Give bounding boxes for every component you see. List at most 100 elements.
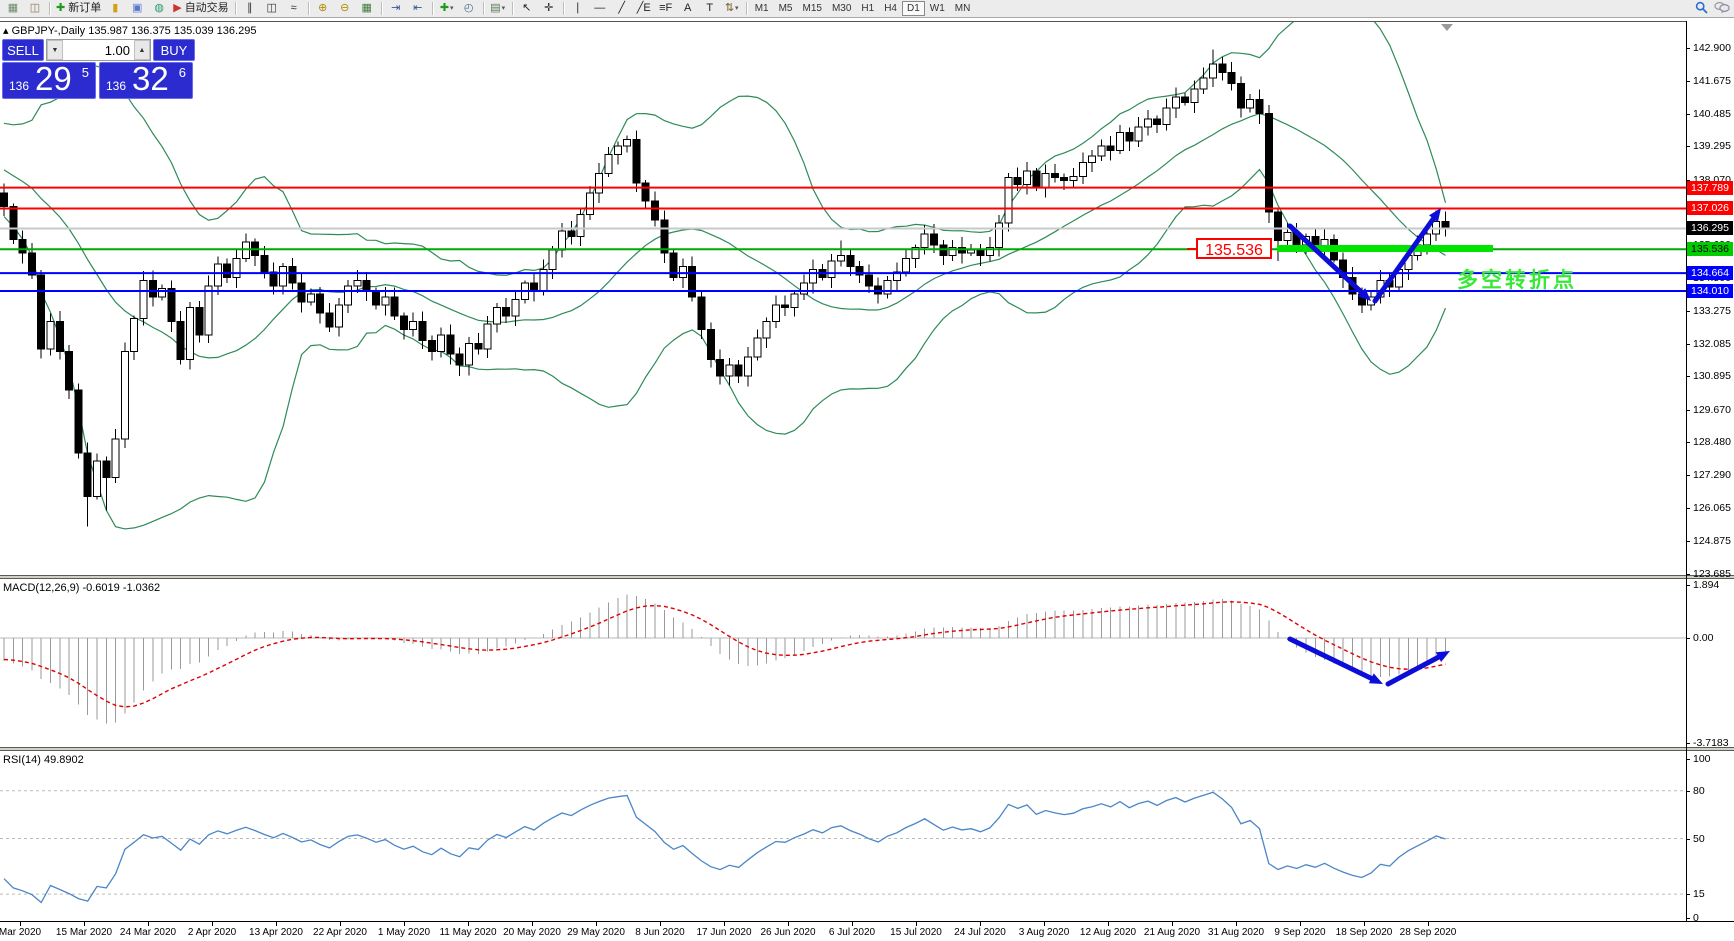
arrows-icon[interactable]: ⇅▾ [721, 0, 743, 17]
rsi-axis-label: 50 [1693, 833, 1705, 845]
chart-template-icon[interactable]: ▤▾ [487, 0, 509, 17]
expert-advisors-icon[interactable]: ▣ [126, 0, 148, 17]
timeframe-mn[interactable]: MN [950, 1, 976, 16]
line-chart-icon[interactable]: ≈ [283, 0, 305, 17]
tile-windows-icon[interactable]: ▦ [356, 0, 378, 17]
vertical-line-icon[interactable]: ∣ [567, 0, 589, 17]
volume-input[interactable] [63, 40, 134, 60]
clock-icon[interactable]: ◴ [458, 0, 480, 17]
candle [187, 308, 194, 360]
candle [335, 305, 342, 327]
sell-button[interactable]: SELL [2, 39, 44, 61]
auto-scroll-icon: ⇥ [391, 1, 400, 16]
price-axis-label: 132.085 [1693, 338, 1731, 350]
chart-shift-icon[interactable]: ⇤ [407, 0, 429, 17]
date-axis-tick [852, 922, 853, 926]
date-axis-label: 22 Apr 2020 [313, 927, 367, 938]
candle [503, 308, 510, 316]
candle [484, 324, 491, 349]
chart-window-icon[interactable]: ▦ [2, 0, 24, 17]
toolbar-separator [563, 2, 564, 15]
autotrading-button: ▶ [173, 1, 181, 16]
dropdown-caret-icon[interactable]: ▾ [450, 1, 454, 16]
candle [19, 239, 26, 253]
price-axis-label: 130.895 [1693, 370, 1731, 382]
toolbar-separator [512, 2, 513, 15]
profiles-icon[interactable]: ◫ [24, 0, 46, 17]
equidistant-channel-icon[interactable]: ╱E [633, 0, 655, 17]
date-axis-tick [1108, 922, 1109, 926]
market-icon[interactable]: ▮ [104, 0, 126, 17]
date-axis-tick [596, 922, 597, 926]
auto-scroll-icon[interactable]: ⇥ [385, 0, 407, 17]
price-axis-tick [1686, 508, 1690, 509]
price-axis-label: 124.875 [1693, 535, 1731, 547]
toolbar-separator [381, 2, 382, 15]
community-chat-icon[interactable] [1714, 1, 1730, 14]
candle [354, 280, 361, 285]
price-level-box: 137.789 [1687, 181, 1733, 195]
macd-axis-label: 0.00 [1693, 632, 1713, 644]
volume-down-button[interactable]: ▼ [47, 40, 63, 60]
bid-price-box[interactable]: 136 29 5 [2, 62, 96, 99]
price-axis-label: 126.065 [1693, 502, 1731, 514]
timeframe-h1[interactable]: H1 [856, 1, 879, 16]
new-chart-icon[interactable]: ✚▾ [436, 0, 458, 17]
support-price-label[interactable]: 135.536 [1196, 238, 1272, 259]
timeframe-m30[interactable]: M30 [827, 1, 856, 16]
signals-icon[interactable]: ◍ [148, 0, 170, 17]
timeframe-w1[interactable]: W1 [925, 1, 950, 16]
date-axis-tick [1236, 922, 1237, 926]
candlestick-chart-icon[interactable]: ◫ [261, 0, 283, 17]
volume-stepper: ▼ ▲ [46, 39, 151, 61]
zoom-in-icon[interactable]: ⊕ [312, 0, 334, 17]
trendline-icon[interactable]: ╱ [611, 0, 633, 17]
candle [307, 294, 314, 302]
date-axis-label: 26 Jun 2020 [760, 927, 815, 938]
buy-button[interactable]: BUY [153, 39, 195, 61]
zoom-out-icon[interactable]: ⊖ [334, 0, 356, 17]
candle [754, 338, 761, 357]
timeframe-m1[interactable]: M1 [750, 1, 774, 16]
timeframe-d1[interactable]: D1 [902, 1, 925, 16]
fibonacci-icon[interactable]: ≡F [655, 0, 677, 17]
candle [791, 294, 798, 308]
price-axis-tick [1686, 541, 1690, 542]
tile-windows-icon: ▦ [361, 1, 371, 16]
collapse-arrow-icon[interactable]: ▴ [3, 25, 9, 37]
candle [205, 286, 212, 335]
text-icon[interactable]: A [677, 0, 699, 17]
rsi-indicator-label: RSI(14) 49.8902 [3, 754, 84, 766]
volume-up-button[interactable]: ▲ [134, 40, 150, 60]
price-axis-tick [1686, 475, 1690, 476]
autotrading-button[interactable]: ▶自动交易 [170, 0, 231, 17]
date-axis-label: 11 May 2020 [439, 927, 496, 938]
rsi-axis-tick [1686, 759, 1690, 760]
dropdown-caret-icon[interactable]: ▾ [502, 1, 506, 16]
timeframe-m5[interactable]: M5 [774, 1, 798, 16]
chart-plot[interactable] [0, 0, 1734, 941]
chart-window-icon: ▦ [8, 1, 18, 16]
candle [1237, 83, 1244, 108]
candle [735, 365, 742, 376]
timeframe-m15[interactable]: M15 [798, 1, 827, 16]
candle [652, 201, 659, 220]
timeframe-h4[interactable]: H4 [879, 1, 902, 16]
dropdown-caret-icon[interactable]: ▾ [735, 1, 739, 16]
chart-shift-marker-icon[interactable] [1441, 24, 1453, 31]
cursor-icon[interactable]: ↖ [516, 0, 538, 17]
candle [298, 283, 305, 302]
turning-point-annotation[interactable]: 多空转折点 [1457, 264, 1577, 294]
new-order-button[interactable]: ✚新订单 [53, 0, 104, 17]
toolbar-separator [746, 2, 747, 15]
search-icon[interactable] [1695, 1, 1708, 14]
bar-chart-icon[interactable]: ∥ [239, 0, 261, 17]
crosshair-icon[interactable]: ✛ [538, 0, 560, 17]
date-axis-label: 9 Sep 2020 [1274, 927, 1325, 938]
text-label-icon[interactable]: T [699, 0, 721, 17]
candle [382, 297, 389, 305]
ask-price-box[interactable]: 136 32 6 [99, 62, 193, 99]
candle [447, 335, 454, 354]
candle [317, 294, 324, 313]
horizontal-line-icon[interactable]: — [589, 0, 611, 17]
